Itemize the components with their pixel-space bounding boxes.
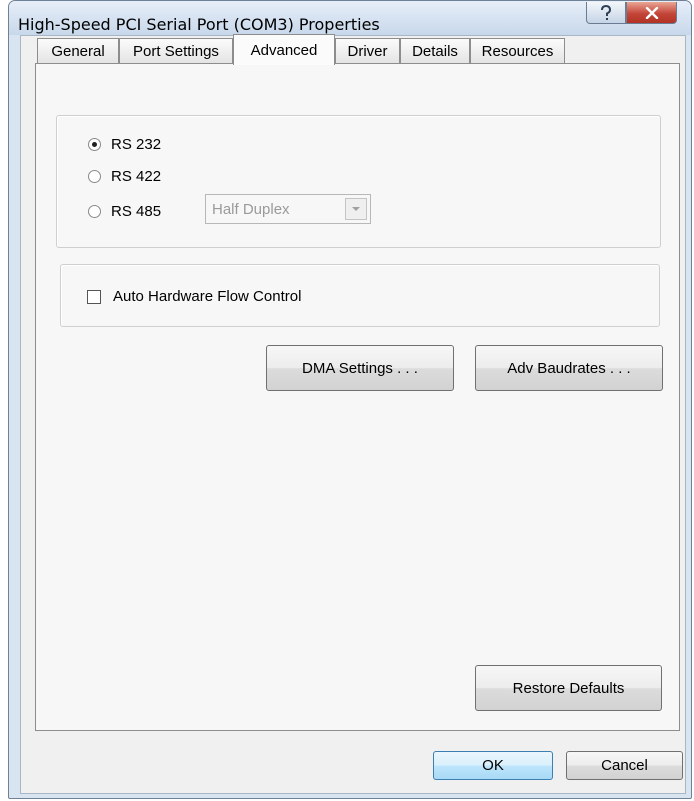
ok-button-label: OK xyxy=(482,757,504,774)
radio-rs232[interactable]: RS 232 xyxy=(88,136,161,153)
auto-flow-control-checkbox[interactable] xyxy=(87,289,101,304)
tab-port-settings[interactable]: Port Settings xyxy=(119,38,233,64)
restore-defaults-button[interactable]: Restore Defaults xyxy=(475,665,662,711)
radio-rs485[interactable]: RS 485 xyxy=(88,203,161,220)
radio-rs422-label: RS 422 xyxy=(111,168,162,185)
radio-rs232-label: RS 232 xyxy=(111,136,162,153)
auto-flow-control-label: Auto Hardware Flow Control xyxy=(113,288,302,305)
tab-general[interactable]: General xyxy=(37,38,119,64)
question-mark-icon xyxy=(599,4,613,21)
ok-button[interactable]: OK xyxy=(433,751,553,780)
dma-settings-button[interactable]: DMA Settings . . . xyxy=(266,345,454,391)
advanced-tab-panel xyxy=(35,63,680,731)
cancel-button[interactable]: Cancel xyxy=(566,751,683,780)
help-button[interactable] xyxy=(586,2,626,24)
tab-details[interactable]: Details xyxy=(400,38,470,64)
auto-flow-control-checkbox-row[interactable]: Auto Hardware Flow Control xyxy=(87,288,301,305)
radio-rs422[interactable]: RS 422 xyxy=(88,168,161,185)
tab-driver[interactable]: Driver xyxy=(335,38,400,64)
radio-button-checked[interactable] xyxy=(88,138,101,151)
radio-button[interactable] xyxy=(88,205,101,218)
radio-button[interactable] xyxy=(88,170,101,183)
adv-baudrates-button[interactable]: Adv Baudrates . . . xyxy=(475,345,663,391)
tab-resources[interactable]: Resources xyxy=(470,38,565,64)
window-title: High-Speed PCI Serial Port (COM3) Proper… xyxy=(18,15,380,34)
title-bar[interactable]: High-Speed PCI Serial Port (COM3) Proper… xyxy=(9,1,691,35)
close-button[interactable] xyxy=(626,2,677,24)
tab-advanced[interactable]: Advanced xyxy=(233,34,335,65)
radio-rs485-label: RS 485 xyxy=(111,203,162,220)
close-x-icon xyxy=(645,6,659,19)
